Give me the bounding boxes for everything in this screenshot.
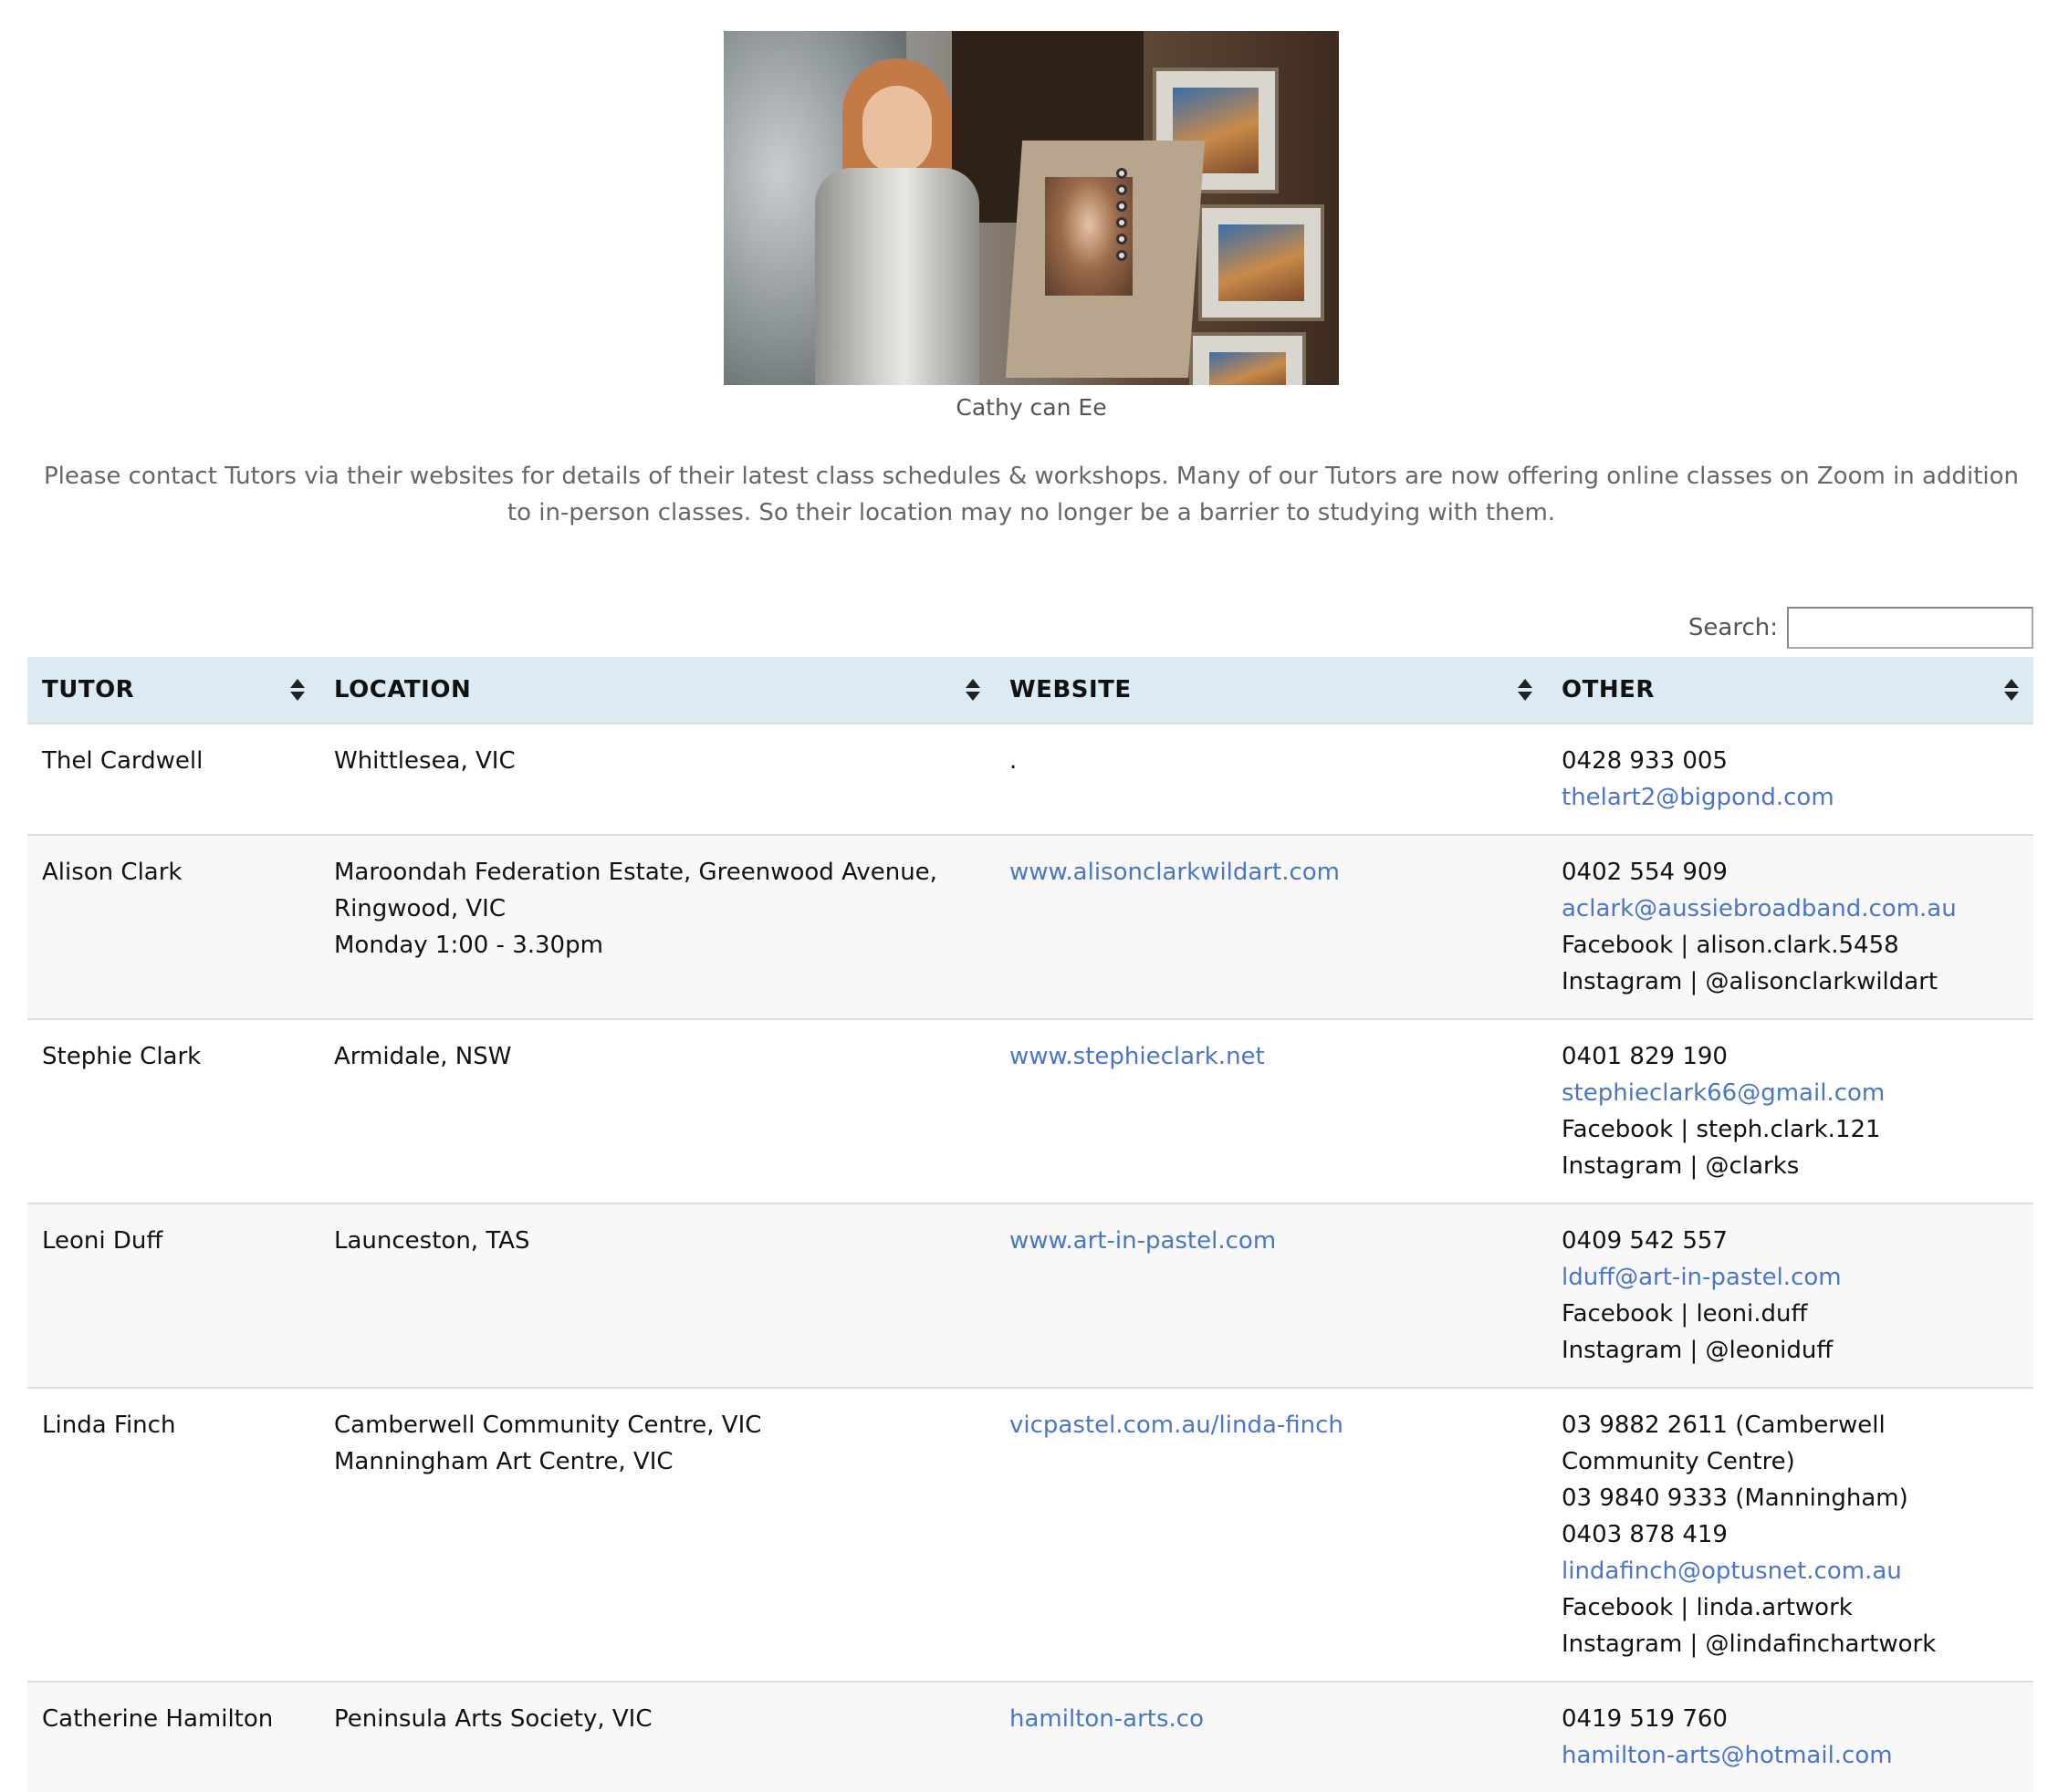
social-handle: Facebook | linda.artwork	[1562, 1594, 1853, 1621]
location-line: Launceston, TAS	[334, 1227, 530, 1255]
location-line: Maroondah Federation Estate, Greenwood A…	[334, 859, 937, 922]
phone-number: 0419 519 760	[1562, 1705, 1728, 1733]
email-link[interactable]: lindafinch@optusnet.com.au	[1562, 1553, 2019, 1589]
social-handle: Facebook | alison.clark.5458	[1562, 932, 1899, 959]
website-text: .	[1009, 747, 1018, 775]
website-link[interactable]: www.alisonclarkwildart.com	[1009, 854, 1532, 891]
table-row: Stephie Clark Armidale, NSW www.stephiecla…	[27, 1018, 2033, 1203]
table-row: Leoni Duff Launceston, TAS www.art-in-past…	[27, 1203, 2033, 1388]
table-row: Catherine Hamilton Peninsula Arts Society…	[27, 1681, 2033, 1792]
table-row: Linda Finch Camberwell Community Centre, …	[27, 1387, 2033, 1682]
column-header-location[interactable]: LOCATION	[319, 657, 995, 724]
other-cell: 0419 519 760 hamilton-arts@hotmail.com	[1547, 1681, 2033, 1792]
website-link[interactable]: www.art-in-pastel.com	[1009, 1223, 1532, 1259]
phone-number: 0401 829 190	[1562, 1043, 1728, 1070]
sort-icon	[1518, 679, 1532, 701]
phone-number: 0403 878 419	[1562, 1521, 1728, 1548]
table-row: Alison Clark Maroondah Federation Estate,…	[27, 834, 2033, 1019]
column-header-website[interactable]: WEBSITE	[995, 657, 1547, 724]
table-search: Search:	[1688, 607, 2033, 649]
tutor-cell: Catherine Hamilton	[27, 1681, 319, 1792]
social-handle: Instagram | @lindafinchartwork	[1562, 1631, 1937, 1658]
phone-number: 03 9840 9333 (Manningham)	[1562, 1485, 1908, 1512]
sort-icon	[290, 679, 305, 701]
other-cell: 0402 554 909 aclark@aussiebroadband.com.a…	[1547, 834, 2033, 1019]
phone-number: 0409 542 557	[1562, 1227, 1728, 1255]
email-link[interactable]: thelart2@bigpond.com	[1562, 779, 2019, 816]
website-cell: www.alisonclarkwildart.com	[995, 834, 1547, 1019]
location-cell: Whittlesea, VIC	[319, 723, 995, 835]
search-label: Search:	[1688, 614, 1778, 641]
tutor-name: Catherine Hamilton	[42, 1705, 274, 1733]
tutor-cell: Alison Clark	[27, 834, 319, 1019]
website-link[interactable]: hamilton-arts.co	[1009, 1701, 1532, 1737]
phone-number: 03 9882 2611 (Camberwell Community Centr…	[1562, 1412, 1886, 1475]
email-link[interactable]: lduff@art-in-pastel.com	[1562, 1259, 2019, 1296]
social-handle: Instagram | @alisonclarkwildart	[1562, 968, 1938, 995]
other-cell: 03 9882 2611 (Camberwell Community Centr…	[1547, 1387, 2033, 1682]
other-cell: 0409 542 557 lduff@art-in-pastel.com Faceb…	[1547, 1203, 2033, 1388]
location-line: Monday 1:00 - 3.30pm	[334, 932, 603, 959]
location-cell: Armidale, NSW	[319, 1018, 995, 1203]
tutors-table: TUTOR LOCATION WEBSITE OTHER Thel Cardwe…	[27, 657, 2033, 1792]
tutor-photo	[724, 31, 1339, 385]
column-header-other[interactable]: OTHER	[1547, 657, 2033, 724]
tutor-notice: Please contact Tutors via their websites…	[43, 463, 2020, 526]
location-line: Manningham Art Centre, VIC	[334, 1448, 674, 1475]
website-cell: www.stephieclark.net	[995, 1018, 1547, 1203]
website-cell: hamilton-arts.co	[995, 1681, 1547, 1792]
phone-number: 0402 554 909	[1562, 859, 1728, 886]
location-cell: Peninsula Arts Society, VIC	[319, 1681, 995, 1792]
search-input[interactable]	[1787, 607, 2033, 649]
tutor-name: Stephie Clark	[42, 1043, 202, 1070]
tutor-name: Thel Cardwell	[42, 747, 204, 775]
other-cell: 0428 933 005 thelart2@bigpond.com	[1547, 723, 2033, 835]
location-cell: Camberwell Community Centre, VIC Manningh…	[319, 1387, 995, 1682]
tutor-name: Leoni Duff	[42, 1227, 163, 1255]
social-handle: Facebook | leoni.duff	[1562, 1300, 1808, 1328]
tutor-cell: Linda Finch	[27, 1387, 319, 1682]
sort-icon	[966, 679, 980, 701]
location-line: Armidale, NSW	[334, 1043, 512, 1070]
social-handle: Instagram | @leoniduff	[1562, 1337, 1834, 1364]
tutor-name: Linda Finch	[42, 1412, 176, 1439]
website-cell: vicpastel.com.au/linda-finch	[995, 1387, 1547, 1682]
other-cell: 0401 829 190 stephieclark66@gmail.com Face…	[1547, 1018, 2033, 1203]
photo-caption: Cathy can Ee	[956, 394, 1107, 421]
sort-icon	[2004, 679, 2019, 701]
website-cell: www.art-in-pastel.com	[995, 1203, 1547, 1388]
location-cell: Maroondah Federation Estate, Greenwood A…	[319, 834, 995, 1019]
location-cell: Launceston, TAS	[319, 1203, 995, 1388]
social-handle: Instagram | @clarks	[1562, 1152, 1800, 1180]
table-header-row: TUTOR LOCATION WEBSITE OTHER	[27, 657, 2033, 724]
table-row: Thel Cardwell Whittlesea, VIC. 0428 933 00…	[27, 723, 2033, 835]
featured-figure: Cathy can Ee	[724, 31, 1339, 421]
location-line: Camberwell Community Centre, VIC	[334, 1412, 762, 1439]
website-cell: .	[995, 723, 1547, 835]
tutor-cell: Thel Cardwell	[27, 723, 319, 835]
email-link[interactable]: aclark@aussiebroadband.com.au	[1562, 891, 2019, 927]
email-link[interactable]: hamilton-arts@hotmail.com	[1562, 1737, 2019, 1774]
website-link[interactable]: vicpastel.com.au/linda-finch	[1009, 1407, 1532, 1443]
email-link[interactable]: stephieclark66@gmail.com	[1562, 1075, 2019, 1111]
tutor-name: Alison Clark	[42, 859, 183, 886]
tutor-cell: Leoni Duff	[27, 1203, 319, 1388]
website-link[interactable]: www.stephieclark.net	[1009, 1038, 1532, 1075]
social-handle: Facebook | steph.clark.121	[1562, 1116, 1881, 1143]
tutor-cell: Stephie Clark	[27, 1018, 319, 1203]
column-header-tutor[interactable]: TUTOR	[27, 657, 319, 724]
phone-number: 0428 933 005	[1562, 747, 1728, 775]
location-line: Peninsula Arts Society, VIC	[334, 1705, 653, 1733]
location-line: Whittlesea, VIC	[334, 747, 516, 775]
